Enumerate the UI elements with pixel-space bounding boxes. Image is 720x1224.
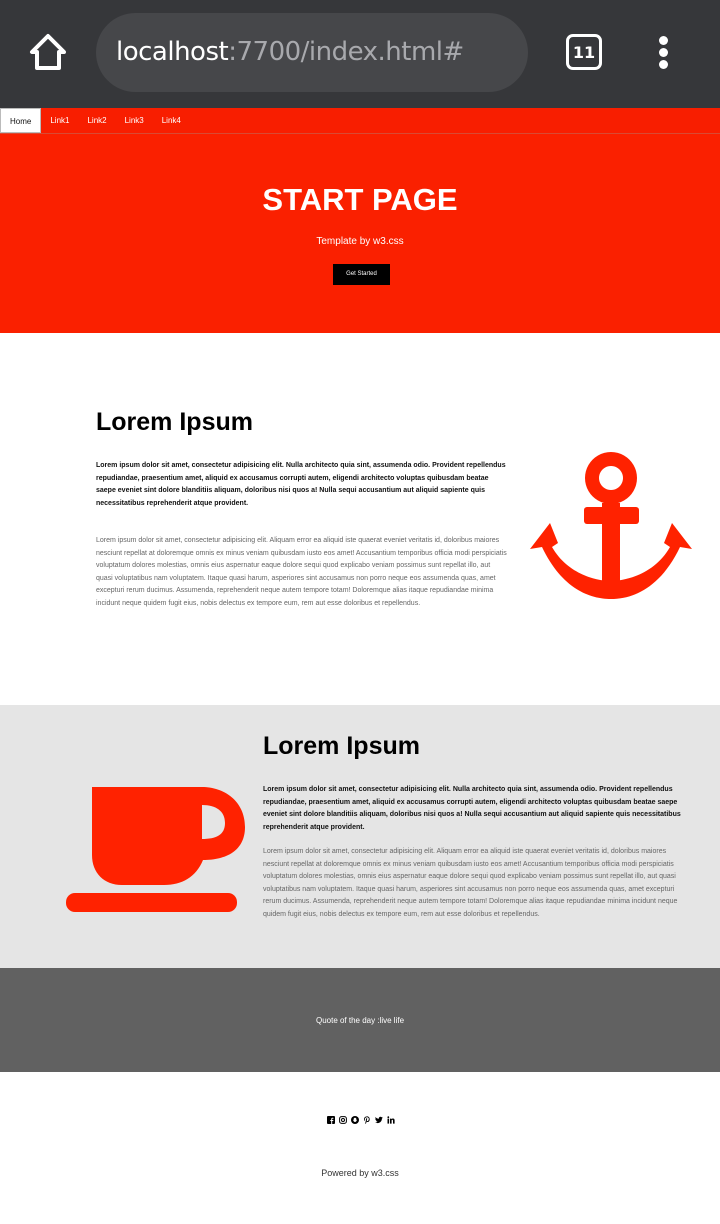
facebook-icon[interactable]: [327, 1116, 335, 1124]
more-menu-icon[interactable]: [652, 34, 676, 72]
page-title: START PAGE: [262, 182, 458, 217]
linkedin-icon[interactable]: [387, 1116, 395, 1124]
quote-banner: Quote of the day :live life: [0, 968, 720, 1072]
url-host: localhost: [116, 37, 229, 67]
social-links: [327, 1116, 395, 1126]
address-bar[interactable]: localhost:7700/index.html#: [96, 13, 528, 92]
url-text[interactable]: localhost:7700/index.html#: [116, 37, 464, 67]
page-subtitle: Template by w3.css: [316, 236, 404, 247]
hero-header: START PAGE Template by w3.css Get Starte…: [0, 134, 720, 333]
nav-link3[interactable]: Link3: [116, 108, 153, 133]
section-heading: Lorem Ipsum: [263, 732, 420, 760]
browser-toolbar: localhost:7700/index.html# 11: [0, 0, 720, 108]
anchor-icon: [530, 452, 692, 599]
section-lead-text: Lorem ipsum dolor sit amet, consectetur …: [263, 786, 681, 831]
section-body-text: Lorem ipsum dolor sit amet, consectetur …: [96, 537, 507, 607]
nav-link1[interactable]: Link1: [41, 108, 78, 133]
coffee-cup-icon: [66, 787, 245, 912]
content-section-2: Lorem Ipsum Lorem ipsum dolor sit amet, …: [0, 705, 720, 968]
tab-switcher-icon[interactable]: 11: [566, 34, 602, 70]
nav-home[interactable]: Home: [0, 108, 42, 133]
home-icon[interactable]: [26, 30, 70, 74]
twitter-icon[interactable]: [375, 1116, 383, 1124]
section-body-text: Lorem ipsum dolor sit amet, consectetur …: [263, 848, 678, 918]
url-path: :7700/index.html#: [228, 37, 464, 67]
snapchat-icon[interactable]: [351, 1116, 359, 1124]
instagram-icon[interactable]: [339, 1116, 347, 1124]
quote-text: Quote of the day :live life: [315, 1016, 405, 1025]
nav-link2[interactable]: Link2: [78, 108, 115, 133]
get-started-button[interactable]: Get Started: [333, 264, 390, 285]
powered-by-text: Powered by w3.css: [321, 1168, 399, 1178]
section-heading: Lorem Ipsum: [96, 408, 253, 436]
content-section-1: Lorem Ipsum Lorem ipsum dolor sit amet, …: [0, 333, 720, 705]
section-lead-text: Lorem ipsum dolor sit amet, consectetur …: [96, 462, 506, 507]
top-navigation: Home Link1 Link2 Link3 Link4: [0, 108, 720, 134]
pinterest-icon[interactable]: [363, 1116, 371, 1124]
nav-link4[interactable]: Link4: [153, 108, 190, 133]
tab-count: 11: [572, 42, 596, 62]
page-footer: Powered by w3.css: [0, 1072, 720, 1224]
